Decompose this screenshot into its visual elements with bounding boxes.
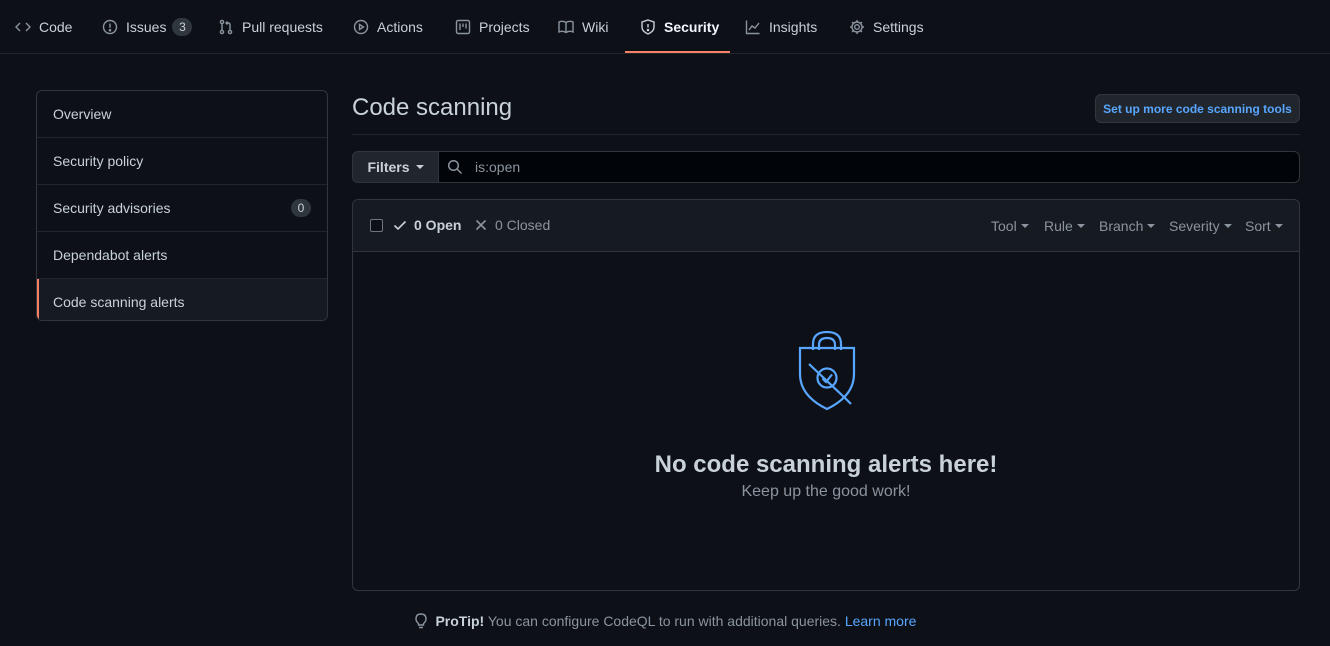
x-icon xyxy=(475,219,487,231)
search-input[interactable] xyxy=(473,158,1277,176)
filters-label: Filters xyxy=(367,159,410,175)
setup-code-scanning-button[interactable]: Set up more code scanning tools xyxy=(1095,94,1300,123)
chevron-down-icon xyxy=(1076,224,1085,228)
select-all-checkbox[interactable] xyxy=(370,219,383,232)
sidebar-item-security-policy[interactable]: Security policy xyxy=(37,138,327,185)
shield-lock-check-icon xyxy=(798,330,856,411)
blankslate: No code scanning alerts here! Keep up th… xyxy=(353,252,1299,590)
search-icon xyxy=(447,159,463,175)
protip-text: You can configure CodeQL to run with add… xyxy=(484,613,845,629)
title-divider xyxy=(352,134,1300,135)
book-icon xyxy=(558,20,574,34)
tab-settings-label: Settings xyxy=(873,19,924,35)
tab-insights-label: Insights xyxy=(769,19,818,35)
security-sidebar: Overview Security policy Security adviso… xyxy=(36,90,328,321)
open-alerts-toggle[interactable]: 0 Open xyxy=(392,217,461,233)
chevron-down-icon xyxy=(1223,224,1232,228)
selected-tab-underline xyxy=(625,51,730,53)
blankslate-title: No code scanning alerts here! xyxy=(654,451,998,478)
sidebar-item-label: Security advisories xyxy=(53,200,171,216)
rule-select-label: Rule xyxy=(1044,218,1073,234)
tab-code[interactable]: Code xyxy=(15,0,72,54)
alerts-panel-header: 0 Open 0 Closed Tool Rule Branch Severit… xyxy=(353,200,1299,252)
tab-security-label: Security xyxy=(664,19,720,35)
sidebar-item-overview[interactable]: Overview xyxy=(37,91,327,138)
tool-select-label: Tool xyxy=(991,218,1017,234)
chevron-down-icon xyxy=(415,165,424,169)
tab-issues[interactable]: Issues 3 xyxy=(102,0,193,54)
check-icon xyxy=(393,220,407,231)
sidebar-item-code-scanning-alerts[interactable]: Code scanning alerts xyxy=(37,279,327,320)
light-bulb-icon xyxy=(414,613,427,629)
sort-select[interactable]: Sort xyxy=(1245,218,1283,234)
closed-count-label: 0 Closed xyxy=(495,217,551,233)
protip: ProTip! You can configure CodeQL to run … xyxy=(0,613,1330,629)
closed-alerts-toggle[interactable]: 0 Closed xyxy=(473,217,550,233)
shield-icon xyxy=(641,19,655,35)
tab-projects[interactable]: Projects xyxy=(455,0,530,54)
rule-select[interactable]: Rule xyxy=(1044,218,1085,234)
filters-button[interactable]: Filters xyxy=(352,151,439,183)
issue-opened-icon xyxy=(102,19,118,35)
branch-select[interactable]: Branch xyxy=(1099,218,1156,234)
protip-label: ProTip! xyxy=(435,613,485,629)
tab-security[interactable]: Security xyxy=(640,0,719,54)
repo-nav: Code Issues 3 Pull requests Actions Proj… xyxy=(0,0,1330,54)
project-icon xyxy=(455,19,471,35)
tab-settings[interactable]: Settings xyxy=(849,0,924,54)
code-icon xyxy=(15,22,31,32)
tab-projects-label: Projects xyxy=(479,19,530,35)
tab-wiki[interactable]: Wiki xyxy=(558,0,608,54)
chevron-down-icon xyxy=(1147,224,1156,228)
sidebar-item-label: Dependabot alerts xyxy=(53,247,168,263)
sidebar-item-label: Security policy xyxy=(53,153,144,169)
tab-pull-requests-label: Pull requests xyxy=(242,19,323,35)
tab-code-label: Code xyxy=(39,19,73,35)
play-icon xyxy=(353,19,369,35)
tab-actions-label: Actions xyxy=(377,19,423,35)
sidebar-item-label: Overview xyxy=(53,106,112,122)
tab-actions[interactable]: Actions xyxy=(353,0,423,54)
open-count-label: 0 Open xyxy=(414,217,462,233)
tab-pull-requests[interactable]: Pull requests xyxy=(218,0,323,54)
alerts-panel: 0 Open 0 Closed Tool Rule Branch Severit… xyxy=(352,199,1300,591)
advisories-count-badge: 0 xyxy=(291,199,311,217)
sidebar-item-label: Code scanning alerts xyxy=(53,294,185,310)
sidebar-item-dependabot-alerts[interactable]: Dependabot alerts xyxy=(37,232,327,279)
tab-wiki-label: Wiki xyxy=(582,19,609,35)
chevron-down-icon xyxy=(1274,224,1283,228)
sort-select-label: Sort xyxy=(1245,218,1271,234)
branch-select-label: Branch xyxy=(1099,218,1144,234)
page-title: Code scanning xyxy=(352,94,513,121)
tab-issues-label: Issues xyxy=(126,19,167,35)
gear-icon xyxy=(850,20,864,34)
search-box[interactable] xyxy=(438,151,1300,183)
tab-insights[interactable]: Insights xyxy=(745,0,817,54)
chevron-down-icon xyxy=(1020,224,1029,228)
tool-select[interactable]: Tool xyxy=(991,218,1029,234)
learn-more-link[interactable]: Learn more xyxy=(845,613,917,629)
issues-count-badge: 3 xyxy=(172,18,193,36)
severity-select-label: Severity xyxy=(1169,218,1220,234)
git-pull-request-icon xyxy=(219,19,233,35)
blankslate-subtitle: Keep up the good work! xyxy=(741,483,911,500)
severity-select[interactable]: Severity xyxy=(1169,218,1232,234)
graph-icon xyxy=(745,20,760,35)
sidebar-item-security-advisories[interactable]: Security advisories 0 xyxy=(37,185,327,232)
